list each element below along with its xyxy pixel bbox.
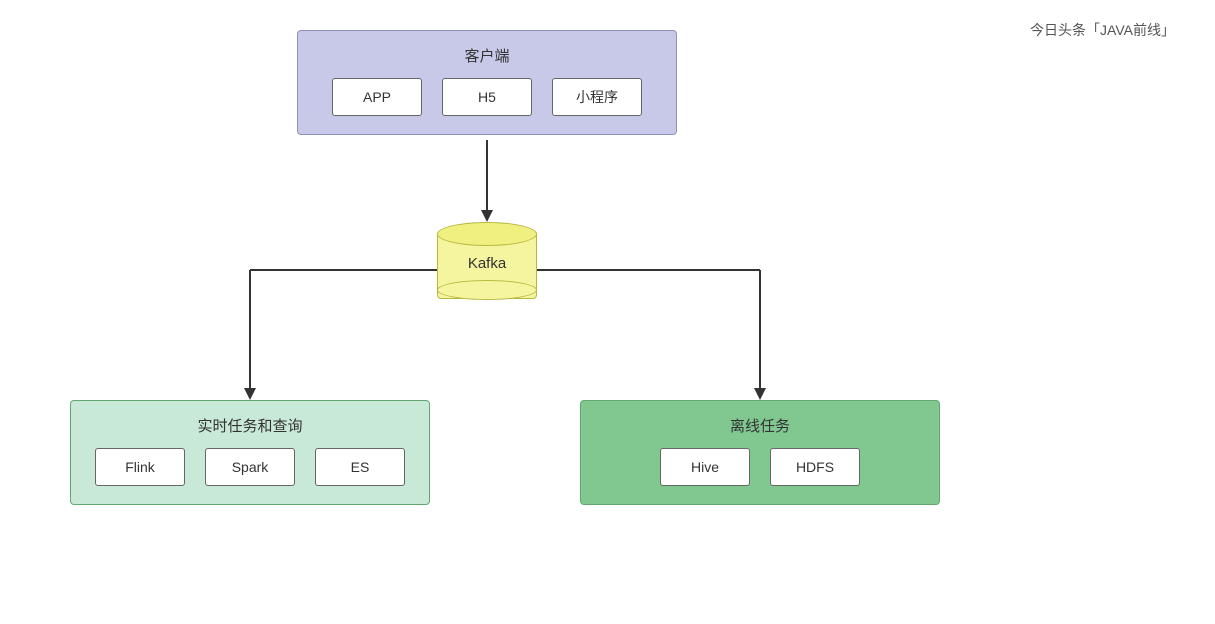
client-item-app: APP: [332, 78, 422, 116]
kafka-label: Kafka: [468, 255, 506, 272]
client-label: 客户端: [464, 45, 509, 66]
realtime-item-spark: Spark: [205, 448, 295, 486]
client-box: 客户端 APP H5 小程序: [297, 30, 677, 135]
offline-box: 离线任务 Hive HDFS: [580, 400, 940, 505]
kafka-bottom-ellipse: [437, 280, 537, 300]
realtime-box: 实时任务和查询 Flink Spark ES: [70, 400, 430, 505]
kafka-top-ellipse: [437, 222, 537, 246]
realtime-label: 实时任务和查询: [197, 415, 302, 436]
client-items: APP H5 小程序: [332, 78, 642, 116]
realtime-items: Flink Spark ES: [95, 448, 405, 486]
offline-items: Hive HDFS: [660, 448, 860, 486]
offline-item-hive: Hive: [660, 448, 750, 486]
client-item-h5: H5: [442, 78, 532, 116]
offline-item-hdfs: HDFS: [770, 448, 860, 486]
kafka-cylinder: Kafka: [437, 222, 537, 302]
diagram-container: 今日头条「JAVA前线」 客户端 APP H5 小程序 Kafka 实时任务和查…: [0, 0, 1215, 624]
realtime-item-es: ES: [315, 448, 405, 486]
client-item-miniapp: 小程序: [552, 78, 642, 116]
offline-label: 离线任务: [730, 415, 790, 436]
realtime-item-flink: Flink: [95, 448, 185, 486]
